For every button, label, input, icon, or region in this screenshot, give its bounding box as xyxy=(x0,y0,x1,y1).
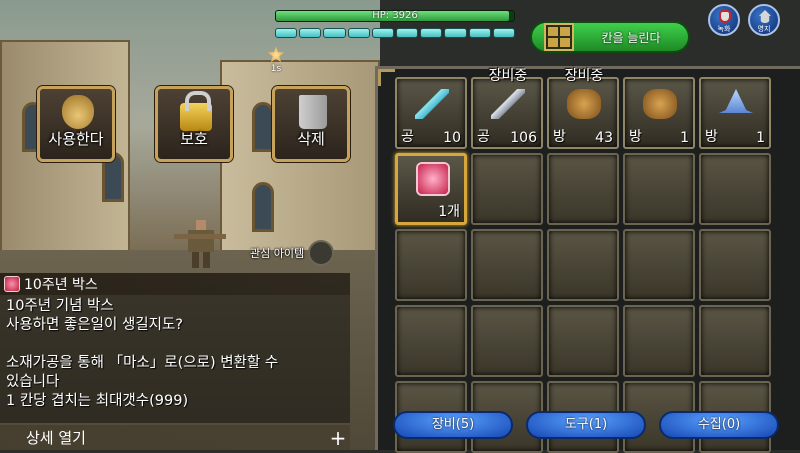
description-line: 1 칸당 겹치는 최대갯수(999) xyxy=(6,393,189,409)
delete-label: 삭제 xyxy=(297,130,325,148)
record-label: 녹화 xyxy=(717,25,731,33)
status-bars: HP: 3926 xyxy=(275,10,516,38)
item-description-panel: 10주년 박스 10주년 기념 박스 사용하면 좋은일이 생길지도? 소재가공을… xyxy=(0,273,350,423)
stat-type: 공 xyxy=(477,129,490,145)
description-line: 소재가공을 통해 「마소」로(으로) 변환할 수 xyxy=(6,355,279,371)
gift-box-icon xyxy=(418,164,448,194)
inventory-slot[interactable] xyxy=(395,229,467,301)
description-line xyxy=(6,335,344,354)
inventory-slot[interactable]: 방1 xyxy=(623,77,695,149)
mp-segment xyxy=(371,28,395,38)
mp-segment xyxy=(396,28,419,38)
padlock-icon xyxy=(180,91,212,131)
inventory-slot[interactable] xyxy=(547,153,619,225)
stat-value: 1 xyxy=(756,130,765,146)
buff[interactable]: 1s xyxy=(263,46,289,74)
tab-equipment[interactable]: 장비(5) xyxy=(393,411,513,439)
favorite-label: 관심 아이템 xyxy=(250,247,305,260)
stat-value: 10 xyxy=(443,130,461,146)
mp-segment xyxy=(420,28,443,38)
stat-type: 방 xyxy=(705,129,718,145)
inventory-slot[interactable] xyxy=(699,229,771,301)
use-button[interactable]: 사용한다 xyxy=(37,86,115,162)
stat-value: 106 xyxy=(510,130,537,146)
inventory-slot[interactable]: 장비중공 106 xyxy=(471,68,543,149)
buff-time: 1s xyxy=(270,64,282,74)
expand-slots-label: 칸을 늘린다 xyxy=(601,30,661,45)
inventory-slot[interactable] xyxy=(547,305,619,377)
detail-open-button[interactable]: 상세 열기 + xyxy=(0,425,350,450)
inventory-slot[interactable]: 공 10 xyxy=(395,77,467,149)
equipped-tag: 장비중 xyxy=(564,68,604,84)
greatsword-icon xyxy=(491,89,525,119)
description-line: 사용하면 좋은일이 생길지도? xyxy=(6,317,183,333)
description-line: 10주년 기념 박스 xyxy=(6,298,114,314)
mp-segment xyxy=(444,28,467,38)
inventory-slot[interactable] xyxy=(699,305,771,377)
hat-icon xyxy=(719,89,753,113)
buff-star-icon xyxy=(267,46,285,63)
microphone-icon xyxy=(719,10,731,23)
inventory-tabs: 장비(5) 도구(1) 수집(0) xyxy=(393,411,783,439)
equipped-tag: 장비중 xyxy=(488,68,528,84)
stat-value: 1 xyxy=(680,130,689,146)
mp-bar xyxy=(275,28,516,38)
item-title: 10주년 박스 xyxy=(24,277,98,293)
lock-button[interactable]: 보호 xyxy=(155,86,233,162)
stat-value: 1개 xyxy=(438,204,460,220)
stat-type: 공 xyxy=(401,129,414,145)
inventory-slot[interactable]: 1개 xyxy=(395,153,467,225)
item-description-header: 10주년 박스 xyxy=(0,273,350,295)
hp-text: HP: 3926 xyxy=(372,10,418,21)
inventory-slot[interactable] xyxy=(623,153,695,225)
tab-collection[interactable]: 수집(0) xyxy=(659,411,779,439)
expand-slots-button[interactable]: 칸을 늘린다 xyxy=(530,21,690,53)
item-description-body: 10주년 기념 박스 사용하면 좋은일이 생길지도? 소재가공을 통해 「마소」… xyxy=(0,295,350,413)
inventory-grid-icon xyxy=(544,23,574,51)
mp-segment xyxy=(299,28,322,38)
stat-value: 43 xyxy=(595,130,613,146)
description-line: 있습니다 xyxy=(6,374,60,390)
tab-tools[interactable]: 도구(1) xyxy=(526,411,646,439)
hp-bar: HP: 3926 xyxy=(275,10,515,22)
mp-segment xyxy=(323,28,346,38)
money-bag-icon xyxy=(62,95,94,129)
favorite-toggle[interactable] xyxy=(308,240,335,266)
delete-button[interactable]: 삭제 xyxy=(272,86,350,162)
mp-segment xyxy=(492,28,516,38)
favorite-item: 관심 아이템 xyxy=(250,240,335,266)
inventory-slot[interactable] xyxy=(623,305,695,377)
home-button[interactable]: 영지 xyxy=(748,4,780,36)
mp-segment xyxy=(347,28,370,38)
mp-segment xyxy=(468,28,491,38)
plus-icon: + xyxy=(329,425,347,450)
inventory-grid: 공 10 장비중 공 106 장비중 방 43 방 1 방 1 1개 xyxy=(395,68,771,453)
house-icon xyxy=(759,10,771,23)
lock-label: 보호 xyxy=(180,130,208,148)
inventory-slot[interactable] xyxy=(471,153,543,225)
inventory-slot[interactable]: 방1 xyxy=(699,77,771,149)
inventory-slot[interactable] xyxy=(395,305,467,377)
inventory-panel: 공 10 장비중 공 106 장비중 방 43 방 1 방 1 1개 xyxy=(375,66,800,453)
home-label: 영지 xyxy=(757,25,771,33)
inventory-slot[interactable] xyxy=(471,305,543,377)
record-button[interactable]: 녹화 xyxy=(708,4,740,36)
sword-icon xyxy=(415,89,449,119)
inventory-slot[interactable] xyxy=(623,229,695,301)
armor-icon xyxy=(567,89,601,119)
mp-segment xyxy=(275,28,298,38)
stat-type: 방 xyxy=(629,129,642,145)
armor-icon xyxy=(643,89,677,119)
detail-open-label: 상세 열기 xyxy=(26,429,86,447)
stat-type: 방 xyxy=(553,129,566,145)
trash-can-icon xyxy=(299,95,327,129)
inventory-slot[interactable]: 장비중방 43 xyxy=(547,68,619,149)
inventory-slot[interactable] xyxy=(699,153,771,225)
gift-box-icon xyxy=(4,276,20,292)
inventory-slot[interactable] xyxy=(547,229,619,301)
use-label: 사용한다 xyxy=(48,130,104,148)
player-character[interactable] xyxy=(170,210,230,270)
inventory-slot[interactable] xyxy=(471,229,543,301)
